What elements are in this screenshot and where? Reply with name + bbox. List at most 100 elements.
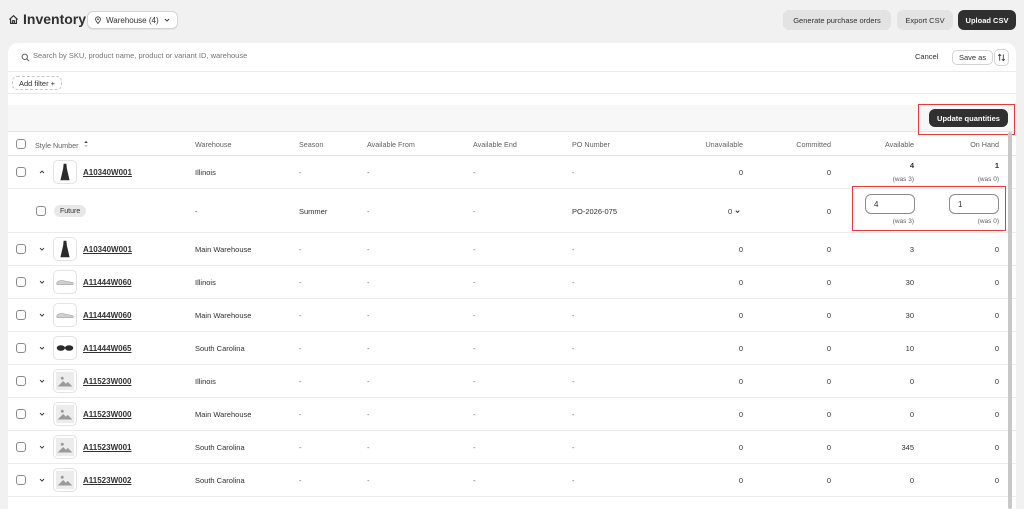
scrollbar[interactable] — [1008, 132, 1012, 509]
sunglasses-icon — [56, 345, 74, 351]
available-end-cell: - — [473, 377, 476, 386]
warehouse-cell: Illinois — [195, 168, 216, 177]
product-thumbnail — [53, 160, 77, 184]
product-thumbnail — [53, 468, 77, 492]
season-cell: - — [299, 443, 302, 452]
season-cell: - — [299, 168, 302, 177]
unavailable-dropdown[interactable]: 0 — [728, 207, 741, 216]
table-row[interactable]: A11523W000 Illinois - - - - 0 0 0 0 — [8, 365, 1016, 398]
subrow-checkbox[interactable] — [36, 206, 46, 216]
page-title: Inventory — [8, 11, 86, 27]
location-select[interactable]: Warehouse (4) — [87, 11, 178, 29]
committed-cell: 0 — [826, 168, 831, 177]
committed-cell: 0 — [826, 377, 831, 386]
row-checkbox[interactable] — [16, 376, 26, 386]
add-filter-button[interactable]: Add filter + — [12, 76, 63, 90]
sku-link[interactable]: A10340W001 — [83, 245, 132, 254]
available-cell: 4 — [909, 161, 914, 170]
on-hand-cell: 0 — [994, 344, 999, 353]
generate-purchase-orders-button[interactable]: Generate purchase orders — [783, 10, 891, 30]
chevron-down-icon[interactable] — [38, 476, 46, 484]
po-number-cell: - — [572, 278, 575, 287]
sku-link[interactable]: A11523W002 — [83, 476, 131, 485]
chevron-down-icon[interactable] — [38, 377, 46, 385]
column-committed: Committed — [796, 140, 831, 149]
row-checkbox[interactable] — [16, 277, 26, 287]
unavailable-value: 0 — [728, 207, 733, 216]
warehouse-cell: South Carolina — [195, 443, 245, 452]
table-row[interactable]: A11444W060 Main Warehouse - - - - 0 0 30 0 — [8, 299, 1016, 332]
row-checkbox[interactable] — [16, 167, 26, 177]
unavailable-cell: 0 — [738, 168, 743, 177]
chevron-down-icon[interactable] — [38, 311, 46, 319]
available-cell: 345 — [901, 443, 914, 452]
chevron-down-icon[interactable] — [38, 443, 46, 451]
table-row[interactable]: A10340W001 Illinois - - - - 0 0 4 (was 3… — [8, 156, 1016, 189]
row-checkbox[interactable] — [16, 310, 26, 320]
table-row[interactable]: A11444W060 Illinois - - - - 0 0 30 0 — [8, 266, 1016, 299]
row-checkbox[interactable] — [16, 409, 26, 419]
column-style-number[interactable]: Style Number — [35, 140, 89, 150]
available-from-cell: - — [367, 410, 370, 419]
sku-link[interactable]: A11444W060 — [83, 278, 131, 287]
bulk-actions-bar: Update quantities — [8, 105, 1016, 132]
chevron-down-icon[interactable] — [38, 278, 46, 286]
image-placeholder-icon — [55, 470, 75, 490]
column-available-from: Available From — [367, 140, 415, 149]
table-row[interactable]: A11523W001 South Carolina - - - - 0 0 345 0 — [8, 431, 1016, 464]
product-thumbnail — [53, 402, 77, 426]
chevron-down-icon[interactable] — [38, 245, 46, 253]
unavailable-cell: 0 — [738, 443, 743, 452]
unavailable-cell: 0 — [738, 245, 743, 254]
upload-csv-button[interactable]: Upload CSV — [958, 10, 1016, 30]
row-checkbox[interactable] — [16, 343, 26, 353]
sort-button[interactable] — [994, 49, 1009, 66]
available-from-cell: - — [367, 168, 370, 177]
table-row[interactable]: A11523W002 South Carolina - - - - 0 0 0 0 — [8, 464, 1016, 497]
row-checkbox[interactable] — [16, 475, 26, 485]
warehouse-cell: South Carolina — [195, 476, 245, 485]
save-as-button[interactable]: Save as — [952, 50, 994, 65]
table-row[interactable]: A11444W065 South Carolina - - - - 0 0 10 0 — [8, 332, 1016, 365]
table-row[interactable]: A11523W000 Main Warehouse - - - - 0 0 0 0 — [8, 398, 1016, 431]
available-cell: 3 — [909, 245, 914, 254]
select-all-checkbox[interactable] — [16, 139, 26, 149]
available-from-cell: - — [367, 344, 370, 353]
row-checkbox[interactable] — [16, 244, 26, 254]
sort-arrows-icon — [83, 141, 88, 147]
shoe-icon — [56, 280, 74, 286]
season-cell: - — [299, 344, 302, 353]
po-number-cell: - — [572, 476, 575, 485]
chevron-down-icon[interactable] — [38, 344, 46, 352]
sku-link[interactable]: A10340W001 — [83, 168, 132, 177]
shoe-icon — [56, 313, 74, 319]
sku-link[interactable]: A11523W000 — [83, 377, 131, 386]
on-hand-cell: 0 — [994, 245, 999, 254]
chevron-down-icon[interactable] — [38, 410, 46, 418]
cancel-button[interactable]: Cancel — [915, 52, 938, 61]
available-cell: 30 — [905, 311, 914, 320]
season-cell: - — [299, 311, 302, 320]
location-pin-icon — [95, 16, 101, 24]
product-thumbnail — [53, 270, 77, 294]
on-hand-cell: 1 — [994, 161, 999, 170]
row-checkbox[interactable] — [16, 442, 26, 452]
sku-link[interactable]: A11444W060 — [83, 311, 131, 320]
on-hand-cell: 0 — [994, 410, 999, 419]
sku-link[interactable]: A11444W065 — [83, 344, 131, 353]
search-input[interactable] — [33, 51, 633, 60]
chevron-up-icon[interactable] — [38, 168, 46, 176]
available-end-cell: - — [473, 207, 476, 216]
table-row[interactable]: A10340W001 Main Warehouse - - - - 0 0 3 0 — [8, 233, 1016, 266]
season-cell: - — [299, 278, 302, 287]
search-icon — [21, 53, 30, 62]
sku-link[interactable]: A11523W001 — [83, 443, 131, 452]
export-csv-button[interactable]: Export CSV — [897, 10, 953, 30]
committed-cell: 0 — [826, 207, 831, 216]
unavailable-cell: 0 — [738, 311, 743, 320]
future-tag: Future — [54, 205, 87, 217]
available-from-cell: - — [367, 377, 370, 386]
column-po-number: PO Number — [572, 140, 610, 149]
column-warehouse: Warehouse — [195, 140, 232, 149]
sku-link[interactable]: A11523W000 — [83, 410, 131, 419]
